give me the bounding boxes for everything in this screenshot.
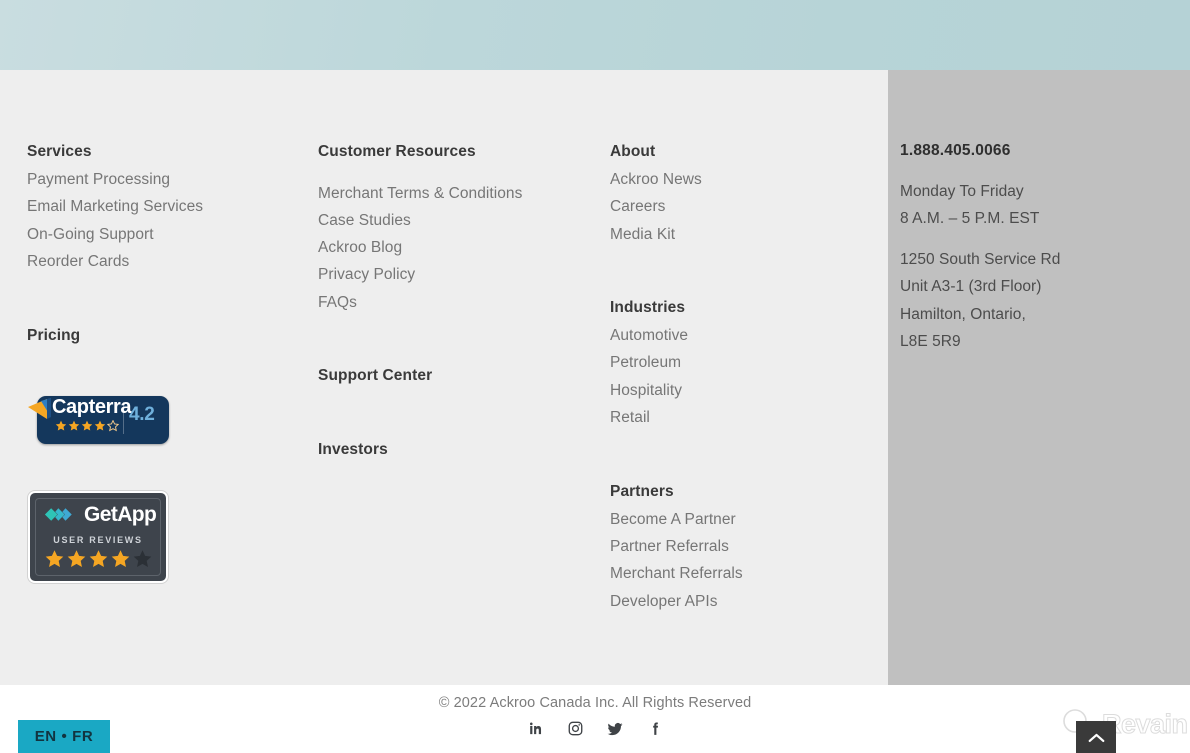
link-partner-referrals[interactable]: Partner Referrals	[610, 533, 729, 560]
link-merchant-terms-conditions[interactable]: Merchant Terms & Conditions	[318, 180, 522, 207]
star-filled-icon	[67, 550, 85, 567]
star-filled-icon	[55, 420, 67, 431]
social-links	[0, 719, 1190, 738]
copyright-text: © 2022 Ackroo Canada Inc. All Rights Res…	[438, 695, 752, 711]
footer-column-resources: Customer Resources Merchant Terms & Cond…	[318, 70, 598, 685]
contact-address-line-2: Unit A3-1 (3rd Floor)	[900, 278, 1042, 295]
capterra-wordmark: Capterra	[52, 396, 132, 418]
chevron-up-icon	[1088, 733, 1104, 742]
link-faqs[interactable]: FAQs	[318, 289, 357, 316]
contact-address-line-3: Hamilton, Ontario,	[900, 306, 1026, 323]
star-filled-icon	[89, 550, 107, 567]
getapp-subtitle: USER REVIEWS	[53, 535, 143, 545]
star-empty-icon	[133, 550, 151, 567]
heading-pricing[interactable]: Pricing	[27, 328, 80, 344]
link-merchant-referrals[interactable]: Merchant Referrals	[610, 560, 743, 587]
star-filled-icon	[45, 550, 63, 567]
star-filled-icon	[111, 550, 129, 567]
star-filled-icon	[81, 420, 93, 431]
heading-industries: Industries	[610, 299, 686, 316]
link-email-marketing-services[interactable]: Email Marketing Services	[27, 193, 203, 220]
heading-customer-resources: Customer Resources	[318, 143, 476, 160]
contact-address-postal-code: L8E 5R9	[900, 333, 961, 350]
contact-phone[interactable]: 1.888.405.0066	[900, 143, 1011, 159]
star-outline-icon	[107, 420, 119, 432]
link-petroleum[interactable]: Petroleum	[610, 349, 681, 376]
link-on-going-support[interactable]: On-Going Support	[27, 221, 154, 248]
capterra-badge[interactable]: Capterra 4.2	[27, 392, 169, 447]
heading-services: Services	[27, 143, 92, 160]
capterra-divider	[123, 402, 124, 434]
getapp-wordmark: GetApp	[84, 503, 157, 526]
link-become-a-partner[interactable]: Become A Partner	[610, 506, 736, 533]
twitter-icon[interactable]	[606, 719, 625, 738]
footer-column-contact: 1.888.405.0066 Monday To Friday 8 A.M. –…	[900, 70, 1180, 685]
link-case-studies[interactable]: Case Studies	[318, 207, 411, 234]
link-privacy-policy[interactable]: Privacy Policy	[318, 261, 415, 288]
heading-partners: Partners	[610, 483, 674, 500]
link-ackroo-blog[interactable]: Ackroo Blog	[318, 234, 402, 261]
link-developer-apis[interactable]: Developer APIs	[610, 588, 718, 615]
link-automotive[interactable]: Automotive	[610, 322, 688, 349]
star-filled-icon	[68, 420, 80, 431]
language-toggle-button[interactable]: EN • FR	[18, 720, 110, 753]
footer-column-services: Services Payment Processing Email Market…	[27, 70, 307, 685]
page-root: Services Payment Processing Email Market…	[0, 0, 1190, 753]
star-filled-icon	[94, 420, 106, 431]
contact-address-line-1: 1250 South Service Rd	[900, 251, 1061, 268]
heading-investors[interactable]: Investors	[318, 442, 388, 458]
getapp-logo-row: GetApp	[43, 503, 157, 526]
scroll-to-top-button[interactable]	[1076, 721, 1116, 753]
getapp-badge[interactable]: GetApp USER REVIEWS	[28, 491, 168, 583]
getapp-star-rating	[30, 549, 166, 570]
link-reorder-cards[interactable]: Reorder Cards	[27, 248, 129, 275]
heading-about: About	[610, 143, 656, 160]
contact-hours-days: Monday To Friday	[900, 183, 1024, 200]
linkedin-icon[interactable]	[526, 719, 545, 738]
link-media-kit[interactable]: Media Kit	[610, 221, 675, 248]
capterra-star-rating	[55, 420, 119, 432]
facebook-icon[interactable]	[646, 719, 665, 738]
footer-column-about: About Ackroo News Careers Media Kit Indu…	[610, 70, 880, 685]
instagram-icon[interactable]	[566, 719, 585, 738]
hero-gradient-band	[0, 0, 1190, 70]
contact-hours-time: 8 A.M. – 5 P.M. EST	[900, 210, 1040, 227]
footer-bottom-bar: © 2022 Ackroo Canada Inc. All Rights Res…	[0, 685, 1190, 753]
link-payment-processing[interactable]: Payment Processing	[27, 166, 170, 193]
capterra-score: 4.2	[129, 404, 155, 425]
getapp-chevrons-icon	[44, 508, 72, 521]
link-ackroo-news[interactable]: Ackroo News	[610, 166, 702, 193]
link-retail[interactable]: Retail	[610, 404, 650, 431]
heading-support-center[interactable]: Support Center	[318, 368, 432, 384]
link-hospitality[interactable]: Hospitality	[610, 377, 682, 404]
link-careers[interactable]: Careers	[610, 193, 665, 220]
